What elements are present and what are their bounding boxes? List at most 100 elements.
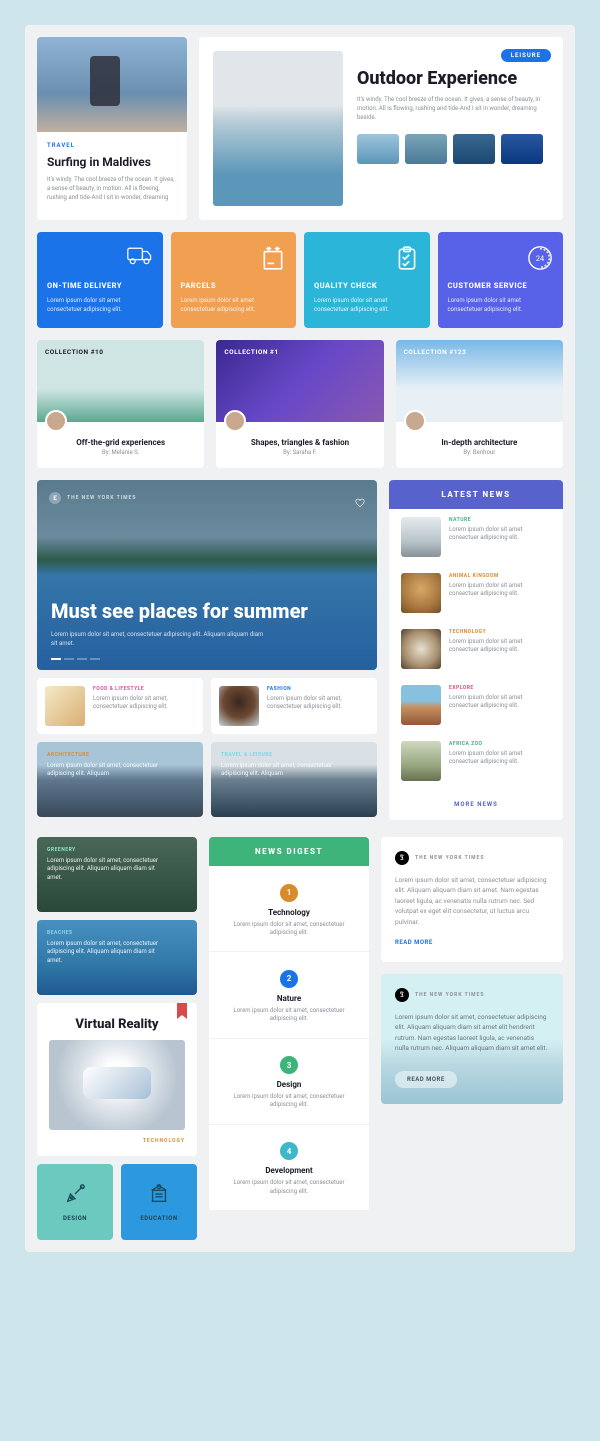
more-news-link[interactable]: MORE NEWS bbox=[389, 789, 563, 820]
thumb[interactable] bbox=[357, 134, 399, 164]
digest-title: Technology bbox=[223, 908, 355, 917]
collection-card[interactable]: COLLECTION #123 In-depth architecture By… bbox=[396, 340, 563, 468]
news-header: LATEST NEWS bbox=[389, 480, 563, 509]
news-image bbox=[401, 685, 441, 725]
feature-card[interactable]: ON-TIME DELIVERY Lorem ipsum dolor sit a… bbox=[37, 232, 163, 328]
collection-author: By: Benhour bbox=[406, 449, 553, 456]
feature-title: ON-TIME DELIVERY bbox=[47, 281, 153, 290]
collection-author: By: Saraha F. bbox=[226, 449, 373, 456]
outdoor-tag[interactable]: LEISURE bbox=[501, 49, 551, 62]
feature-card[interactable]: 24 CUSTOMER SERVICE Lorem ipsum dolor si… bbox=[438, 232, 564, 328]
nyt-source: THE NEW YORK TIMES bbox=[415, 855, 484, 861]
digest-desc: Lorem ipsum dolor sit amet, consectetuer… bbox=[223, 1093, 355, 1110]
collection-image: COLLECTION #1 bbox=[216, 340, 383, 422]
design-icon bbox=[64, 1183, 86, 1209]
nyt-desc: Lorem ipsum dolor sit amet, consectetuer… bbox=[395, 875, 549, 927]
nyt-logo-icon: 𝕿 bbox=[395, 988, 409, 1002]
news-desc: Lorem ipsum dolor sit amet consectuer ad… bbox=[449, 694, 551, 711]
news-digest-card: NEWS DIGEST 1 Technology Lorem ipsum dol… bbox=[209, 837, 369, 1211]
icon-tile[interactable]: EDUCATION bbox=[121, 1164, 197, 1240]
feature-desc: Lorem ipsum dolor sit amet consectetuer … bbox=[314, 296, 420, 314]
hero-title: Must see places for summer bbox=[51, 600, 308, 622]
vr-image bbox=[49, 1040, 185, 1130]
mini-image bbox=[45, 686, 85, 726]
news-image bbox=[401, 573, 441, 613]
feature-desc: Lorem ipsum dolor sit amet consectetuer … bbox=[47, 296, 153, 314]
vr-card[interactable]: Virtual Reality TECHNOLOGY bbox=[37, 1003, 197, 1156]
read-more-button[interactable]: READ MORE bbox=[395, 1071, 457, 1088]
collection-title: In-depth architecture bbox=[406, 438, 553, 447]
feature-icon bbox=[394, 245, 420, 271]
nyt-logo-icon: 𝕿 bbox=[395, 851, 409, 865]
feature-card[interactable]: PARCELS Lorem ipsum dolor sit amet conse… bbox=[171, 232, 297, 328]
digest-number: 2 bbox=[280, 970, 298, 988]
hero-card[interactable]: E THE NEW YORK TIMES Must see places for… bbox=[37, 480, 377, 670]
news-category: AFRICA ZOO bbox=[449, 741, 551, 747]
thumb[interactable] bbox=[405, 134, 447, 164]
collection-card[interactable]: COLLECTION #10 Off-the-grid experiences … bbox=[37, 340, 204, 468]
news-image bbox=[401, 629, 441, 669]
outdoor-title: Outdoor Experience bbox=[357, 69, 549, 89]
card-desc: Lorem ipsum dolor sit amet, consectetuer… bbox=[47, 762, 167, 779]
heart-icon[interactable] bbox=[355, 493, 365, 503]
digest-desc: Lorem ipsum dolor sit amet, consectetuer… bbox=[223, 1179, 355, 1196]
news-item[interactable]: ANIMAL KINGDOM Lorem ipsum dolor sit ame… bbox=[389, 565, 563, 621]
latest-news-card: LATEST NEWS NATURE Lorem ipsum dolor sit… bbox=[389, 480, 563, 820]
education-icon bbox=[148, 1183, 170, 1209]
digest-item[interactable]: 3 Design Lorem ipsum dolor sit amet, con… bbox=[209, 1039, 369, 1125]
digest-item[interactable]: 1 Technology Lorem ipsum dolor sit amet,… bbox=[209, 866, 369, 952]
news-desc: Lorem ipsum dolor sit amet consectuer ad… bbox=[449, 638, 551, 655]
greenery-card[interactable]: GREENERY Lorem ipsum dolor sit amet, con… bbox=[37, 837, 197, 912]
news-item[interactable]: EXPLORE Lorem ipsum dolor sit amet conse… bbox=[389, 677, 563, 733]
mini-desc: Lorem ipsum dolor sit amet, consectetuer… bbox=[93, 695, 195, 712]
news-category: ANIMAL KINGDOM bbox=[449, 573, 551, 579]
beaches-card[interactable]: BEACHES Lorem ipsum dolor sit amet, cons… bbox=[37, 920, 197, 995]
author-avatar[interactable] bbox=[404, 410, 426, 432]
author-avatar[interactable] bbox=[45, 410, 67, 432]
collection-title: Off-the-grid experiences bbox=[47, 438, 194, 447]
digest-desc: Lorem ipsum dolor sit amet, consectetuer… bbox=[223, 1007, 355, 1024]
card-desc: Lorem ipsum dolor sit amet, consectetuer… bbox=[221, 762, 341, 779]
collection-author: By: Melanie S. bbox=[47, 449, 194, 456]
slider-dots[interactable] bbox=[51, 658, 100, 660]
surf-card[interactable]: TRAVEL Surfing in Maldives It's windy. T… bbox=[37, 37, 187, 220]
nyt-card-image[interactable]: 𝕿 THE NEW YORK TIMES Lorem ipsum dolor s… bbox=[381, 974, 563, 1104]
news-item[interactable]: TECHNOLOGY Lorem ipsum dolor sit amet co… bbox=[389, 621, 563, 677]
feature-title: CUSTOMER SERVICE bbox=[448, 281, 554, 290]
feature-icon: 24 bbox=[527, 245, 553, 271]
digest-header: NEWS DIGEST bbox=[209, 837, 369, 866]
feature-card[interactable]: QUALITY CHECK Lorem ipsum dolor sit amet… bbox=[304, 232, 430, 328]
news-item[interactable]: NATURE Lorem ipsum dolor sit amet consec… bbox=[389, 509, 563, 565]
feature-desc: Lorem ipsum dolor sit amet consectetuer … bbox=[181, 296, 287, 314]
mini-card[interactable]: FASHION Lorem ipsum dolor sit amet, cons… bbox=[211, 678, 377, 734]
nyt-desc: Lorem ipsum dolor sit amet, consectetuer… bbox=[395, 1012, 549, 1054]
card-category: GREENERY bbox=[47, 847, 187, 853]
photo-card[interactable]: TRAVEL & LEISURE Lorem ipsum dolor sit a… bbox=[211, 742, 377, 817]
thumb[interactable] bbox=[501, 134, 543, 164]
feature-title: PARCELS bbox=[181, 281, 287, 290]
surf-desc: It's windy. The cool breeze of the ocean… bbox=[47, 175, 177, 202]
news-category: NATURE bbox=[449, 517, 551, 523]
mini-category: FASHION bbox=[267, 686, 369, 692]
photo-card[interactable]: ARCHITECTURE Lorem ipsum dolor sit amet,… bbox=[37, 742, 203, 817]
news-category: TECHNOLOGY bbox=[449, 629, 551, 635]
feature-desc: Lorem ipsum dolor sit amet consectetuer … bbox=[448, 296, 554, 314]
digest-title: Nature bbox=[223, 994, 355, 1003]
read-more-link[interactable]: READ MORE bbox=[395, 939, 549, 946]
outdoor-image bbox=[213, 51, 343, 206]
icon-tile[interactable]: DESIGN bbox=[37, 1164, 113, 1240]
digest-item[interactable]: 4 Development Lorem ipsum dolor sit amet… bbox=[209, 1125, 369, 1211]
feature-icon bbox=[127, 245, 153, 271]
surf-image bbox=[37, 37, 187, 132]
outdoor-thumbs bbox=[357, 134, 549, 164]
news-item[interactable]: AFRICA ZOO Lorem ipsum dolor sit amet co… bbox=[389, 733, 563, 789]
outdoor-card[interactable]: LEISURE Outdoor Experience It's windy. T… bbox=[199, 37, 563, 220]
thumb[interactable] bbox=[453, 134, 495, 164]
hero-badge: E bbox=[49, 492, 61, 504]
mini-card[interactable]: FOOD & LIFESTYLE Lorem ipsum dolor sit a… bbox=[37, 678, 203, 734]
nyt-card-white[interactable]: 𝕿 THE NEW YORK TIMES Lorem ipsum dolor s… bbox=[381, 837, 563, 962]
collection-image: COLLECTION #123 bbox=[396, 340, 563, 422]
news-category: EXPLORE bbox=[449, 685, 551, 691]
collection-card[interactable]: COLLECTION #1 Shapes, triangles & fashio… bbox=[216, 340, 383, 468]
digest-item[interactable]: 2 Nature Lorem ipsum dolor sit amet, con… bbox=[209, 952, 369, 1038]
